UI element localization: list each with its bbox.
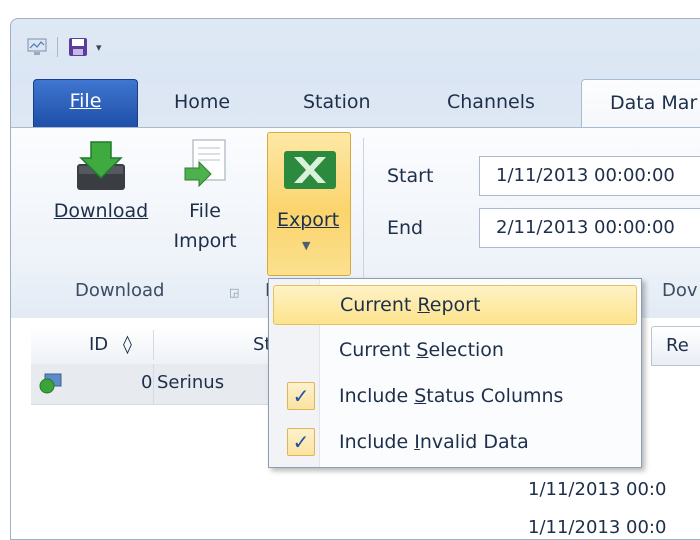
timestamp-cell: 1/11/2013 00:0 [528, 479, 667, 500]
dialog-launcher-icon[interactable]: ◲ [229, 286, 239, 299]
menu-item-include-invalid-data[interactable]: ✓ Include Invalid Data [273, 423, 637, 463]
row-id: 0 [141, 372, 153, 393]
menu-item-current-selection[interactable]: Current Selection [273, 331, 637, 371]
customize-qat-icon[interactable]: ▾ [96, 41, 102, 54]
quick-access-toolbar: ▾ [27, 33, 102, 61]
export-dropdown-arrow-icon: ▼ [302, 239, 311, 252]
report-tab[interactable]: Re [651, 326, 700, 366]
tab-home[interactable]: Home [174, 91, 230, 113]
start-label: Start [387, 165, 434, 187]
column-divider [153, 330, 154, 360]
menu-item-current-report[interactable]: Current Report [273, 285, 637, 325]
tab-channels[interactable]: Channels [447, 91, 535, 113]
menu-item-label: Include Status Columns [339, 385, 564, 407]
menu-item-label: Current Selection [339, 339, 504, 361]
row-divider [153, 364, 154, 404]
file-import-icon [177, 138, 233, 196]
qat-separator [57, 37, 58, 57]
export-button[interactable]: Export ▼ [267, 132, 351, 276]
group-label-download: Download [75, 280, 165, 301]
export-button-label: Export [277, 209, 340, 231]
menu-item-include-status-columns[interactable]: ✓ Include Status Columns [273, 377, 637, 417]
file-import-label-2: Import [173, 230, 237, 252]
export-menu: Current Report Current Selection ✓ Inclu… [268, 278, 642, 468]
start-date-field[interactable]: 1/11/2013 00:00:00 [479, 156, 700, 196]
ribbon-tabs: File Home Station Channels Data Mar [11, 77, 700, 127]
file-import-button[interactable]: File Import [165, 138, 245, 256]
sort-icon[interactable]: ◊ [123, 334, 132, 355]
tab-file[interactable]: File [33, 79, 138, 127]
checkmark-icon: ✓ [287, 382, 315, 410]
row-station: Serinus [157, 372, 225, 393]
station-status-icon [39, 372, 63, 398]
group-label-download-2: Dov [662, 280, 698, 301]
download-button[interactable]: Download [45, 138, 157, 226]
tab-file-label: File [69, 89, 102, 112]
column-header-id[interactable]: ID [89, 334, 108, 355]
save-icon[interactable] [68, 37, 88, 57]
end-date-field[interactable]: 2/11/2013 00:00:00 [479, 208, 700, 248]
tab-data-management[interactable]: Data Mar [581, 79, 700, 127]
timestamp-cell: 1/11/2013 00:0 [528, 517, 667, 538]
excel-icon [282, 147, 338, 197]
menu-item-label: Current Report [340, 294, 481, 316]
app-monitor-icon[interactable] [27, 37, 47, 57]
file-import-label-1: File [189, 200, 221, 222]
tab-station[interactable]: Station [303, 91, 371, 113]
download-icon [69, 138, 133, 196]
checkmark-icon: ✓ [287, 428, 315, 456]
menu-item-label: Include Invalid Data [339, 431, 529, 453]
download-button-label: Download [53, 200, 149, 222]
end-label: End [387, 217, 424, 239]
